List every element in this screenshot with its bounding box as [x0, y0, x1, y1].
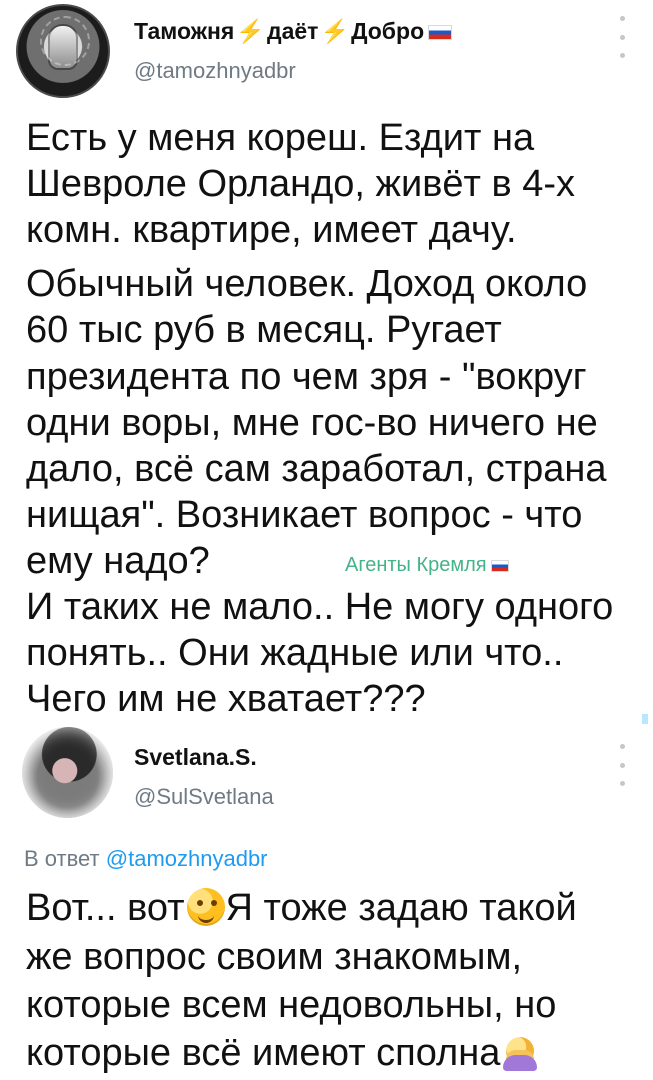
menu-dot [619, 53, 625, 58]
vertical-more-icon[interactable] [614, 744, 630, 786]
post-text-line-10: ему надо? [26, 540, 210, 582]
menu-dot [619, 781, 625, 786]
reply-text-line-3: которые всем недовольны, но [26, 984, 557, 1026]
reply-text-line-1: Вот... вот Я тоже задаю такой [26, 886, 636, 931]
reply-text-line-2: же вопрос своим знакомым, [26, 936, 523, 978]
russian-flag-icon [490, 560, 509, 572]
display-name-part-3: Добро [351, 18, 425, 44]
reply-display-name[interactable]: Svetlana.S. [134, 744, 257, 771]
menu-dot [619, 762, 625, 768]
post-text-line-3: комн. квартире, имеет дачу. [26, 209, 517, 251]
post-text-line-7: одни воры, мне гос-во ничего не [26, 402, 598, 444]
post-text-line-2: Шевроле Орландо, живёт в 4-х [26, 163, 576, 205]
svetlana-avatar[interactable] [22, 727, 113, 818]
display-name-part-1: Таможня [134, 18, 235, 44]
lightning-icon: ⚡ [236, 18, 265, 44]
reply-line-1-end: Я тоже задаю такой [225, 887, 577, 929]
post-text-line-6: президента по чем зря - "вокруг [26, 356, 587, 398]
reply-prefix: В ответ [24, 846, 100, 871]
post-text-line-13: Чего им не хватает??? [26, 678, 426, 720]
post-text-line-4: Обычный человек. Доход около [26, 263, 588, 305]
watermark-text: Агенты Кремля [345, 554, 487, 576]
vertical-more-icon[interactable] [614, 16, 630, 58]
post-header: Таможня⚡даёт⚡Добро @tamozhnyadbr [0, 0, 653, 110]
menu-dot [619, 34, 625, 40]
lightning-icon: ⚡ [320, 18, 350, 44]
post-text-line-8: дало, всё сам заработал, страна [26, 448, 607, 490]
reply-line-1-start: Вот... вот [26, 887, 185, 929]
reply-handle[interactable]: @SulSvetlana [134, 784, 274, 810]
reply-header: Svetlana.S. @SulSvetlana [0, 720, 653, 830]
russian-flag-icon [428, 25, 453, 40]
post-handle[interactable]: @tamozhnyadbr [134, 58, 296, 84]
display-name-part-2: даёт [267, 18, 319, 44]
post-display-name[interactable]: Таможня⚡даёт⚡Добро [134, 18, 453, 45]
reply-context: В ответ @tamozhnyadbr [24, 846, 268, 872]
reply-target-link[interactable]: @tamozhnyadbr [106, 846, 268, 871]
post-text-line-1: Есть у меня кореш. Ездит на [26, 117, 535, 159]
reply-text-line-4: которые всё имеют сполна [26, 1031, 636, 1076]
thinking-face-icon [186, 888, 225, 926]
post-text-line-9: нищая". Возникает вопрос - что [26, 494, 583, 536]
facepalm-icon [501, 1031, 539, 1073]
menu-dot [619, 16, 625, 21]
menu-dot [619, 744, 625, 749]
watermark-label: Агенты Кремля [345, 554, 509, 577]
post-text-line-5: 60 тыс руб в месяц. Ругает [26, 309, 502, 351]
reply-line-4-text: которые всё имеют сполна [26, 1032, 501, 1074]
post-text-line-12: понять.. Они жадные или что.. [26, 632, 564, 674]
customs-avatar[interactable] [16, 4, 110, 98]
post-text-line-11: И таких не мало.. Не могу одного [26, 586, 614, 628]
